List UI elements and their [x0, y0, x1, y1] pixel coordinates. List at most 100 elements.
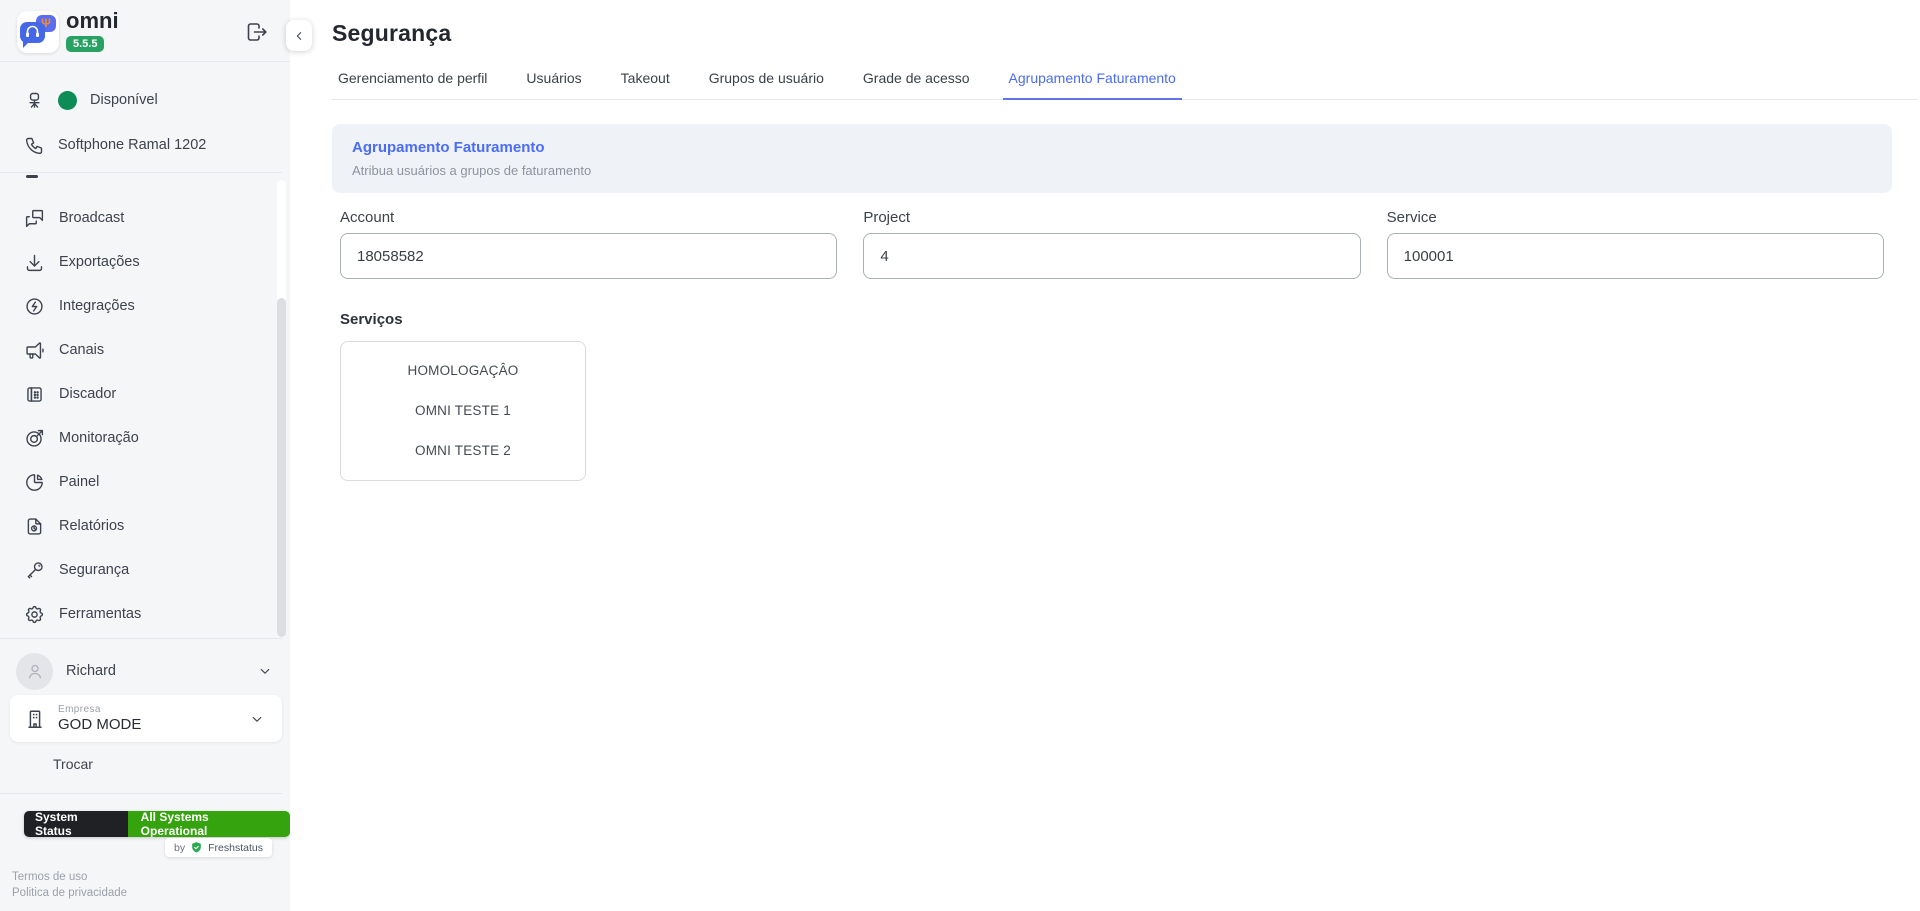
sidebar-nav: Broadcast Exportações Integrações Canais [0, 196, 290, 636]
nav-label: Ferramentas [59, 606, 141, 622]
freshstatus-brand: Freshstatus [208, 842, 263, 854]
project-field-group: Project [863, 209, 1360, 279]
system-status-widget[interactable]: System Status All Systems Operational [24, 811, 290, 837]
tab-bar: Gerenciamento de perfil Usuários Takeout… [332, 62, 1918, 100]
by-label: by [174, 842, 185, 854]
collapse-sidebar-button[interactable] [286, 20, 312, 51]
tab-gerenciamento-de-perfil[interactable]: Gerenciamento de perfil [332, 62, 493, 99]
banner-subtitle: Atribua usuários a grupos de faturamento [352, 163, 1872, 178]
version-badge: 5.5.5 [66, 36, 104, 52]
availability-label: Disponível [90, 92, 158, 108]
report-icon [24, 516, 45, 537]
tab-grade-de-acesso[interactable]: Grade de acesso [857, 62, 976, 99]
project-input[interactable] [863, 233, 1360, 279]
chevron-left-icon [291, 28, 307, 44]
nav-label: Segurança [59, 562, 129, 578]
system-status-label: System Status [24, 811, 128, 837]
nav-label: Broadcast [59, 210, 124, 226]
services-section: Serviços HOMOLOGAÇÂO OMNI TESTE 1 OMNI T… [332, 311, 1892, 481]
megaphone-icon [24, 340, 45, 361]
shield-check-icon [190, 841, 203, 854]
nav-label: Painel [59, 474, 99, 490]
divider [0, 638, 282, 639]
main-content: Segurança Gerenciamento de perfil Usuári… [290, 0, 1920, 911]
services-list: HOMOLOGAÇÂO OMNI TESTE 1 OMNI TESTE 2 [340, 341, 586, 481]
nav-label: Exportações [59, 254, 140, 270]
banner-title: Agrupamento Faturamento [352, 139, 1872, 156]
download-icon [24, 252, 45, 273]
tab-grupos-de-usuario[interactable]: Grupos de usuário [703, 62, 830, 99]
sidebar-scrollbar[interactable] [277, 180, 286, 637]
sidebar-item-seguranca[interactable]: Segurança [0, 548, 290, 592]
company-name: GOD MODE [58, 716, 141, 733]
nav-label: Relatórios [59, 518, 124, 534]
sidebar: Ψ omni 5.5.5 Disponível [0, 0, 290, 911]
billing-form: Account Project Service [332, 209, 1892, 279]
sidebar-item-painel[interactable]: Painel [0, 460, 290, 504]
terms-link[interactable]: Termos de uso [12, 869, 127, 885]
nav-label: Discador [59, 386, 116, 402]
target-icon [24, 428, 45, 449]
switch-company-button[interactable]: Trocar [53, 756, 93, 772]
sidebar-footer: Termos de uso Politica de privacidade [12, 869, 127, 901]
chevron-down-icon[interactable] [248, 710, 266, 728]
service-field-group: Service [1387, 209, 1884, 279]
avatar [16, 653, 53, 690]
tab-usuarios[interactable]: Usuários [520, 62, 587, 99]
nav-label: Monitoração [59, 430, 139, 446]
sidebar-item-integracoes[interactable]: Integrações [0, 284, 290, 328]
chevron-down-icon[interactable] [256, 662, 274, 680]
user-icon [25, 661, 45, 681]
sidebar-header: Ψ omni 5.5.5 [0, 0, 290, 62]
nav-label: Canais [59, 342, 104, 358]
building-icon [24, 708, 46, 730]
divider [0, 793, 282, 794]
phone-icon [24, 135, 45, 156]
logout-icon[interactable] [245, 20, 269, 44]
user-name: Richard [66, 663, 116, 679]
chair-icon [24, 90, 45, 111]
account-field-group: Account [340, 209, 837, 279]
service-option-omni-teste-2[interactable]: OMNI TESTE 2 [341, 430, 585, 470]
service-option-omni-teste-1[interactable]: OMNI TESTE 1 [341, 390, 585, 430]
freshstatus-attribution[interactable]: by Freshstatus [165, 838, 272, 857]
tab-takeout[interactable]: Takeout [615, 62, 676, 99]
key-icon [24, 560, 45, 581]
softphone-item[interactable]: Softphone Ramal 1202 [0, 123, 290, 167]
service-option-homologacao[interactable]: HOMOLOGAÇÂO [341, 350, 585, 390]
availability-status[interactable]: Disponível [0, 78, 290, 122]
project-label: Project [863, 209, 1360, 226]
tab-agrupamento-faturamento[interactable]: Agrupamento Faturamento [1003, 62, 1182, 100]
privacy-link[interactable]: Politica de privacidade [12, 885, 127, 901]
section-banner: Agrupamento Faturamento Atribua usuários… [332, 124, 1892, 193]
sidebar-item-ferramentas[interactable]: Ferramentas [0, 592, 290, 636]
scrolled-item-fragment [26, 175, 38, 178]
company-label: Empresa [58, 704, 141, 715]
broadcast-icon [24, 208, 45, 229]
logo-chat-bubble-icon [20, 22, 45, 43]
service-label: Service [1387, 209, 1884, 226]
company-selector[interactable]: Empresa GOD MODE [10, 695, 282, 742]
app-name: omni [66, 8, 119, 34]
sidebar-item-exportacoes[interactable]: Exportações [0, 240, 290, 284]
account-label: Account [340, 209, 837, 226]
gear-icon [24, 604, 45, 625]
system-status-value: All Systems Operational [128, 811, 290, 837]
dialer-icon [24, 384, 45, 405]
sidebar-scrollbar-thumb[interactable] [277, 298, 286, 637]
sidebar-item-canais[interactable]: Canais [0, 328, 290, 372]
service-input[interactable] [1387, 233, 1884, 279]
page-title: Segurança [332, 20, 1892, 47]
sidebar-item-relatorios[interactable]: Relatórios [0, 504, 290, 548]
nav-label: Integrações [59, 298, 135, 314]
app-logo: Ψ [17, 11, 59, 53]
sidebar-item-broadcast[interactable]: Broadcast [0, 196, 290, 240]
user-menu[interactable]: Richard [0, 649, 290, 693]
account-input[interactable] [340, 233, 837, 279]
services-label: Serviços [340, 311, 1884, 328]
sidebar-item-monitoracao[interactable]: Monitoração [0, 416, 290, 460]
globe-icon [24, 296, 45, 317]
divider [0, 172, 282, 173]
sidebar-item-discador[interactable]: Discador [0, 372, 290, 416]
softphone-label: Softphone Ramal 1202 [58, 137, 206, 153]
